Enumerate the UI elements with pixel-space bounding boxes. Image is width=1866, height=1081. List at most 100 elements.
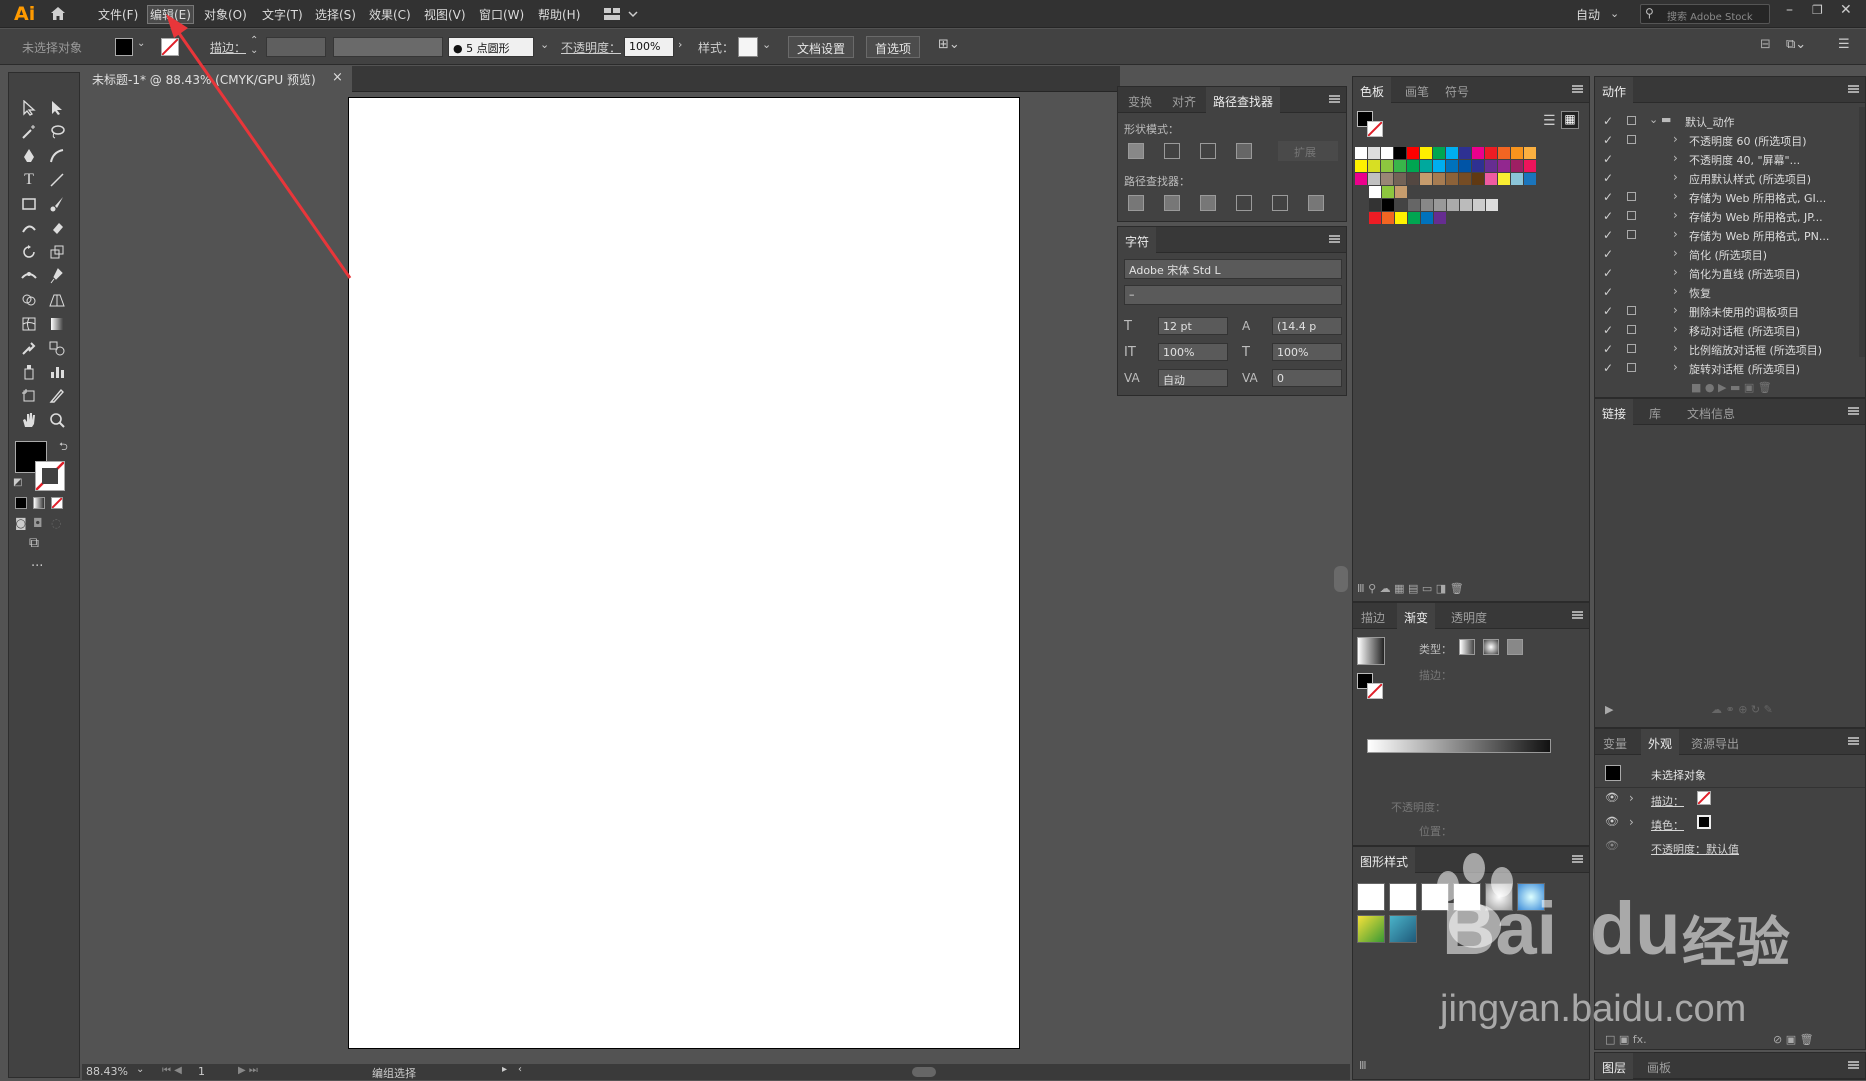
color-swatch[interactable] — [1381, 173, 1393, 185]
color-swatch[interactable] — [1473, 199, 1485, 211]
clear-appearance-icon[interactable]: ⊘ ▣ 🗑 — [1773, 1033, 1814, 1046]
close-icon[interactable]: ✕ — [1840, 2, 1852, 18]
eye-icon[interactable]: 👁 — [1605, 815, 1619, 828]
menu-file[interactable]: 文件(F) — [98, 6, 138, 23]
color-swatch[interactable] — [1420, 160, 1432, 172]
tab-gradient[interactable]: 渐变 — [1397, 603, 1436, 629]
gradient-preview[interactable] — [1357, 637, 1385, 665]
color-swatch[interactable] — [1407, 147, 1419, 159]
check-icon[interactable]: ✓ — [1603, 247, 1613, 261]
color-mode-icon[interactable] — [15, 497, 27, 509]
intersect-icon[interactable] — [1200, 143, 1216, 159]
tab-links[interactable]: 链接 — [1595, 399, 1634, 425]
scale-tool-icon[interactable] — [45, 241, 69, 263]
panel-menu-icon[interactable]: ☰ — [1838, 37, 1850, 52]
stroke-color-box[interactable] — [35, 461, 65, 491]
check-icon[interactable]: ✓ — [1603, 152, 1613, 166]
menu-view[interactable]: 视图(V) — [424, 6, 466, 23]
zoom-tool-icon[interactable] — [45, 409, 69, 431]
graphic-style-soft[interactable] — [1485, 883, 1513, 911]
tab-align[interactable]: 对齐 — [1172, 93, 1196, 110]
tracking-input[interactable]: 0 — [1272, 369, 1342, 387]
home-icon[interactable] — [50, 6, 66, 21]
color-swatch[interactable] — [1407, 173, 1419, 185]
shaper-tool-icon[interactable] — [17, 217, 41, 239]
preferences-button[interactable]: 首选项 — [866, 36, 921, 58]
swatch-library-icon[interactable]: Ⅲ ⚲ ☁ ▦ ▤ ▭ ◨ 🗑 — [1357, 582, 1464, 595]
color-swatch[interactable] — [1395, 186, 1407, 198]
check-icon[interactable]: ✓ — [1603, 171, 1613, 185]
blend-tool-icon[interactable] — [45, 337, 69, 359]
color-swatch[interactable] — [1433, 173, 1445, 185]
color-swatch[interactable] — [1511, 147, 1523, 159]
eye-icon[interactable]: 👁 — [1605, 791, 1619, 804]
chevron-right-icon[interactable]: › — [1673, 208, 1678, 222]
chevron-left-icon[interactable]: ‹ — [518, 1064, 522, 1075]
color-swatch[interactable] — [1381, 147, 1393, 159]
color-swatch[interactable] — [1421, 212, 1433, 224]
color-swatch[interactable] — [1434, 212, 1446, 224]
fill-swatch[interactable] — [115, 38, 133, 56]
chevron-right-icon[interactable]: › — [1673, 227, 1678, 241]
width-tool-icon[interactable] — [17, 265, 41, 287]
color-swatch[interactable] — [1355, 173, 1367, 185]
panel-menu-icon[interactable] — [1848, 407, 1859, 415]
align-icon[interactable]: ⊟ — [1760, 37, 1771, 52]
mesh-tool-icon[interactable] — [17, 313, 41, 335]
check-icon[interactable]: ✓ — [1603, 266, 1613, 280]
graphic-style-green[interactable] — [1357, 915, 1385, 943]
color-swatch[interactable] — [1408, 212, 1420, 224]
font-style-select[interactable]: – — [1124, 285, 1342, 305]
action-row[interactable]: ✓ › 删除未使用的调板项目 — [1595, 301, 1857, 320]
check-icon[interactable]: ✓ — [1603, 209, 1613, 223]
panel-menu-icon[interactable] — [1329, 95, 1340, 103]
check-icon[interactable]: ✓ — [1603, 114, 1613, 128]
default-colors-icon[interactable]: ◩ — [13, 477, 22, 488]
document-setup-button[interactable]: 文档设置 — [788, 36, 855, 58]
stroke-swatch[interactable] — [1367, 121, 1383, 137]
chevron-down-icon[interactable]: ⌄ — [762, 38, 771, 51]
chevron-right-icon[interactable]: › — [1673, 284, 1678, 298]
graphic-style-swatch[interactable] — [738, 37, 758, 57]
color-swatch[interactable] — [1420, 147, 1432, 159]
exclude-icon[interactable] — [1236, 143, 1252, 159]
shape-builder-icon[interactable] — [17, 289, 41, 311]
restore-icon[interactable]: ❐ — [1812, 3, 1823, 17]
menu-window[interactable]: 窗口(W) — [479, 6, 524, 23]
gradient-tool-icon[interactable] — [45, 313, 69, 335]
chevron-right-icon[interactable]: › — [1629, 815, 1634, 829]
draw-normal-icon[interactable]: ◙ — [15, 516, 27, 530]
color-swatch[interactable] — [1486, 199, 1498, 211]
chevron-right-icon[interactable]: ▸ — [502, 1064, 507, 1075]
link-controls-icon[interactable]: ☁ ⚭ ⊕ ↻ ✎ — [1711, 703, 1773, 716]
appearance-stroke-swatch[interactable] — [1697, 791, 1711, 805]
chevron-right-icon[interactable]: › — [1673, 341, 1678, 355]
expand-button[interactable]: 扩展 — [1278, 141, 1338, 161]
unite-icon[interactable] — [1128, 143, 1144, 159]
chevron-down-icon[interactable]: ⌄ — [540, 38, 549, 51]
color-swatch[interactable] — [1394, 160, 1406, 172]
line-tool-icon[interactable] — [45, 169, 69, 191]
tab-libraries[interactable]: 库 — [1649, 405, 1661, 422]
chevron-right-icon[interactable]: › — [1673, 189, 1678, 203]
workspace-label[interactable]: 自动 — [1576, 6, 1600, 23]
tab-appearance[interactable]: 外观 — [1641, 729, 1680, 755]
divide-icon[interactable] — [1128, 195, 1144, 211]
check-icon[interactable]: ✓ — [1603, 285, 1613, 299]
chevron-right-icon[interactable]: › — [1673, 360, 1678, 374]
action-set-row[interactable]: ✓ ⌄ ▬ 默认_动作 — [1595, 111, 1865, 130]
leading-input[interactable]: (14.4 p — [1272, 317, 1342, 335]
screen-mode-icon[interactable]: ⧉ — [29, 535, 39, 551]
grid-view-icon[interactable]: ▦ — [1561, 111, 1579, 129]
dialog-toggle-icon[interactable] — [1627, 344, 1636, 353]
dialog-toggle-icon[interactable] — [1627, 135, 1636, 144]
eyedropper-icon[interactable] — [17, 337, 41, 359]
graphic-style-library-icon[interactable]: Ⅲ — [1359, 1059, 1367, 1072]
graphic-style-default[interactable] — [1357, 883, 1385, 911]
color-swatch[interactable] — [1369, 212, 1381, 224]
color-swatch[interactable] — [1524, 160, 1536, 172]
eraser-icon[interactable] — [45, 217, 69, 239]
hand-tool-icon[interactable] — [17, 409, 41, 431]
color-swatch[interactable] — [1368, 173, 1380, 185]
color-swatch[interactable] — [1369, 199, 1381, 211]
